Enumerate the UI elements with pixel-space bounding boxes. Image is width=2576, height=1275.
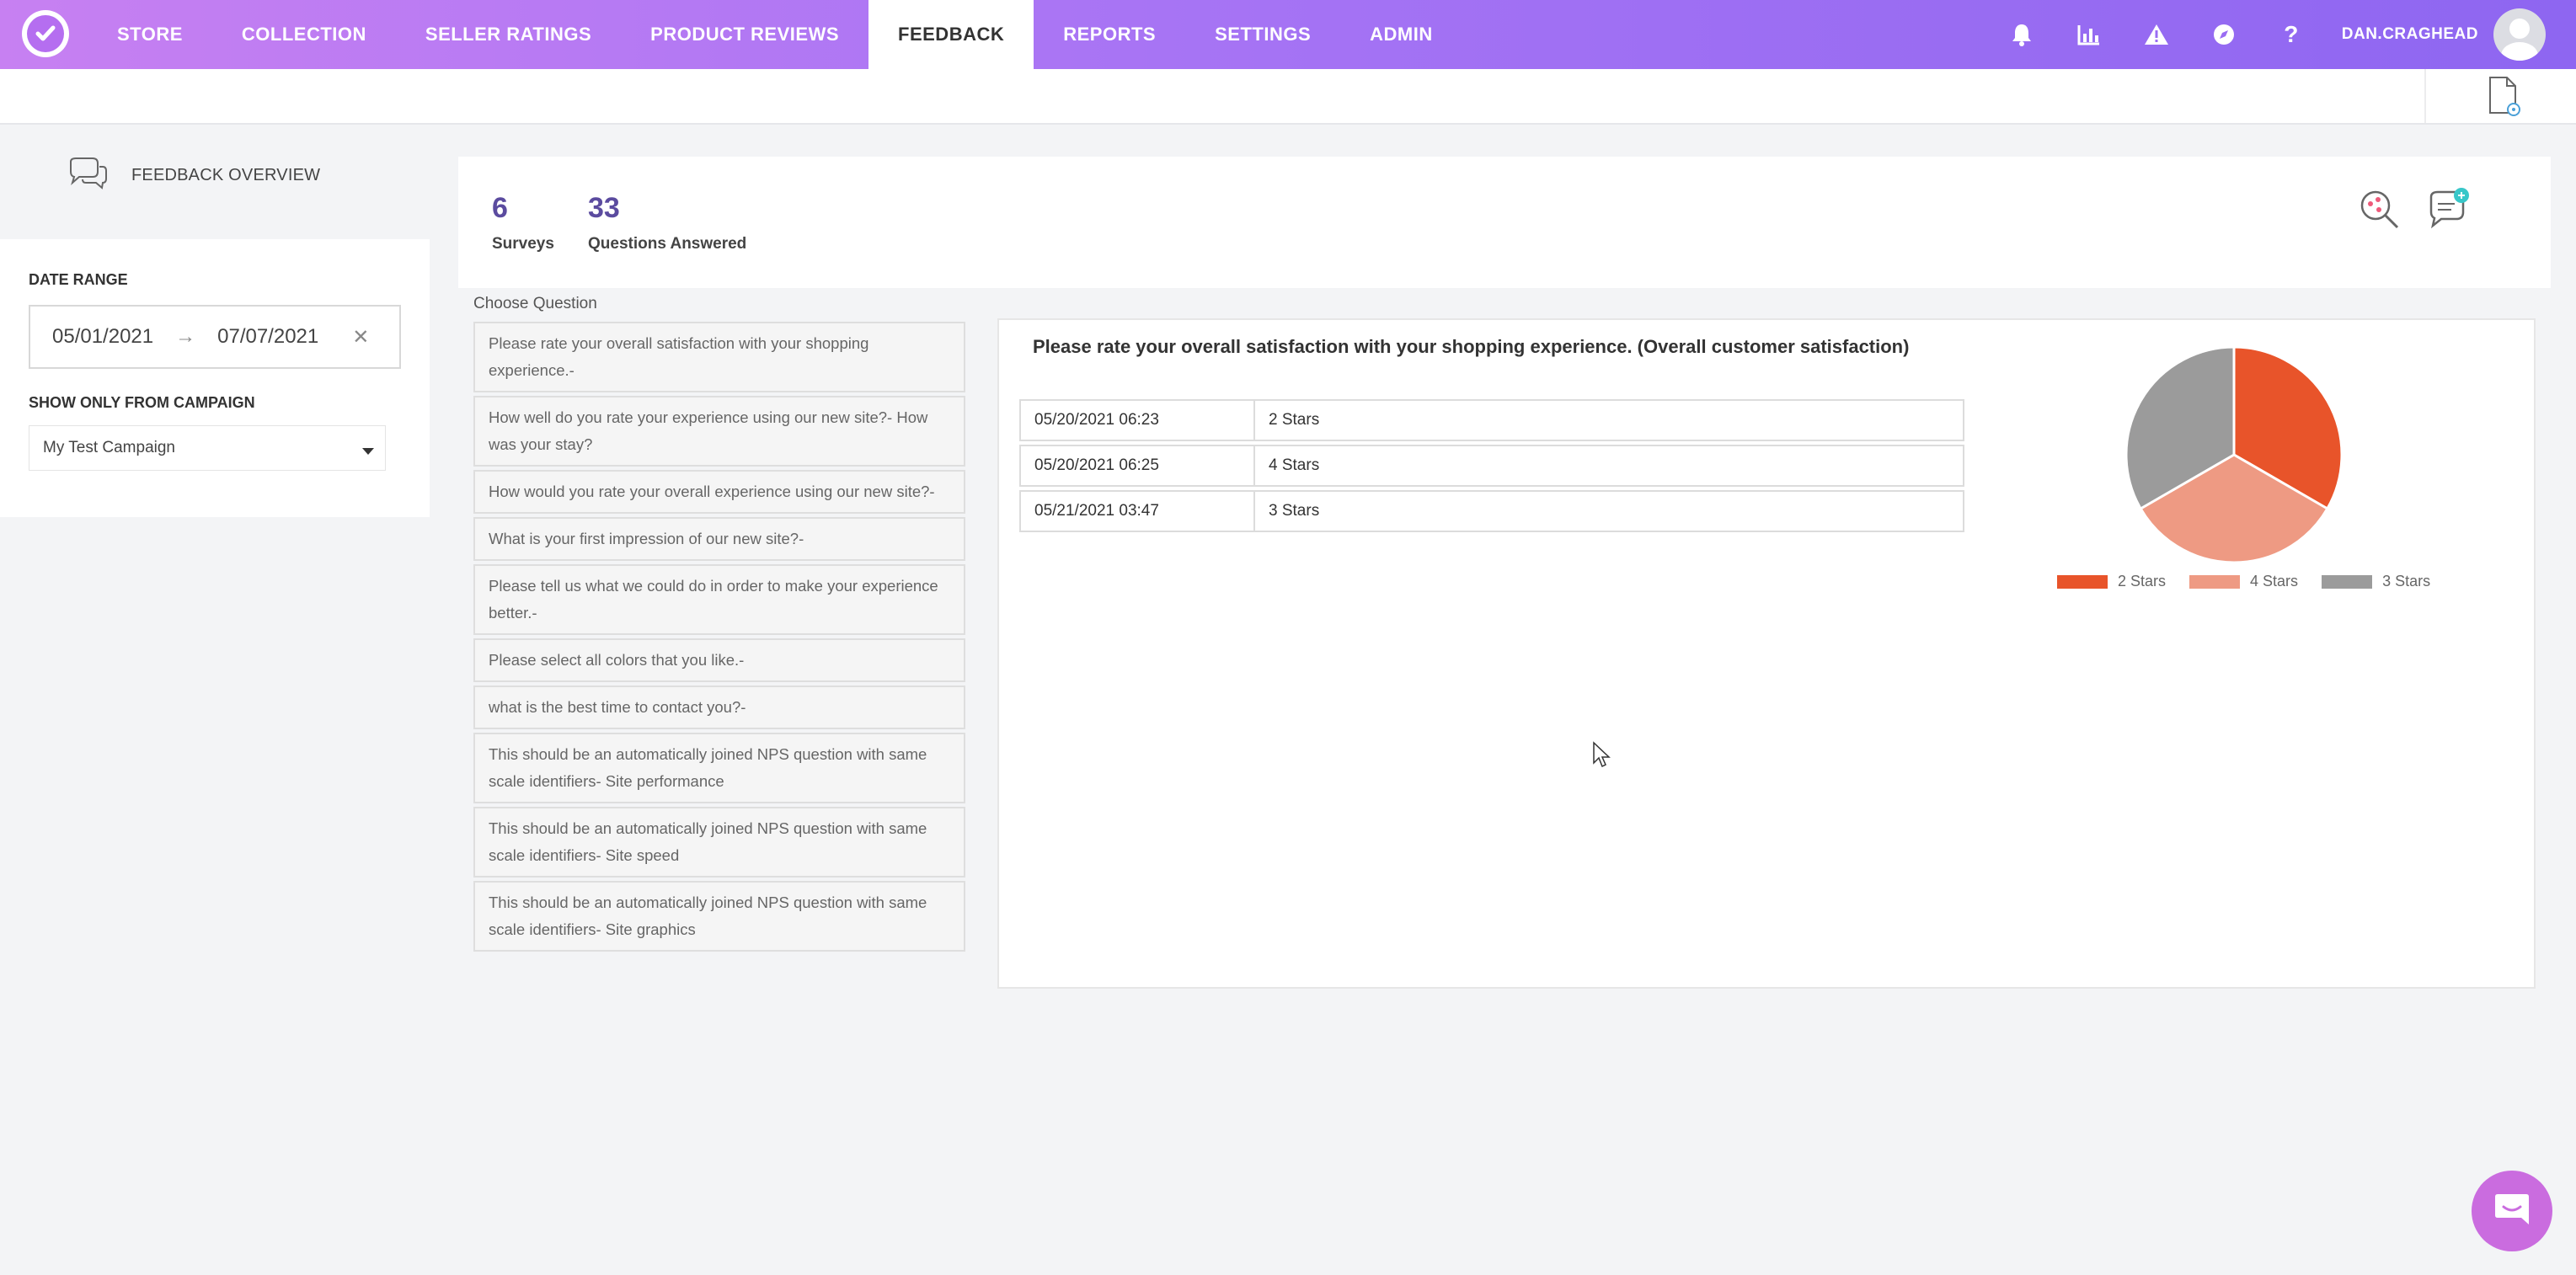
date-to-input[interactable]: 07/07/2021 xyxy=(217,325,318,349)
feedback-overview-label: FEEDBACK OVERVIEW xyxy=(131,166,321,184)
response-date: 05/21/2021 03:47 xyxy=(1021,492,1255,531)
surveys-label: Surveys xyxy=(492,235,554,253)
username-label[interactable]: DAN.CRAGHEAD xyxy=(2342,25,2478,44)
legend-label: 2 Stars xyxy=(2118,573,2167,589)
campaign-selected-value: My Test Campaign xyxy=(43,439,175,456)
table-row: 05/20/2021 06:25 4 Stars xyxy=(1019,445,1964,487)
choose-question-label: Choose Question xyxy=(473,295,597,312)
legend-label: 4 Stars xyxy=(2250,573,2299,589)
question-item[interactable]: How well do you rate your experience usi… xyxy=(473,396,965,467)
legend-label: 3 Stars xyxy=(2382,573,2431,589)
help-icon[interactable]: ? xyxy=(2274,18,2308,51)
question-item[interactable]: This should be an automatically joined N… xyxy=(473,881,965,952)
tab-reports[interactable]: REPORTS xyxy=(1034,0,1185,69)
add-comment-icon[interactable] xyxy=(2424,185,2472,237)
table-row: 05/21/2021 03:47 3 Stars xyxy=(1019,490,1964,532)
main-nav-tabs: STORE COLLECTION SELLER RATINGS PRODUCT … xyxy=(88,0,1462,69)
tab-store[interactable]: STORE xyxy=(88,0,212,69)
legend-swatch xyxy=(2057,574,2108,589)
nav-utility-icons: ? DAN.CRAGHEAD xyxy=(2005,0,2546,69)
question-item[interactable]: This should be an automatically joined N… xyxy=(473,733,965,803)
response-value: 4 Stars xyxy=(1269,456,1320,474)
chat-bubbles-icon xyxy=(67,157,110,195)
question-detail-panel: Please rate your overall satisfaction wi… xyxy=(997,318,2536,989)
feedback-overview-link[interactable]: FEEDBACK OVERVIEW xyxy=(67,157,320,195)
legend-item[interactable]: 3 Stars xyxy=(2322,573,2430,590)
legend-swatch xyxy=(2322,574,2373,589)
legend-item[interactable]: 4 Stars xyxy=(2189,573,2298,590)
question-item[interactable]: How would you rate your overall experien… xyxy=(473,470,965,514)
question-item[interactable]: This should be an automatically joined N… xyxy=(473,807,965,878)
response-value: 2 Stars xyxy=(1269,411,1320,429)
question-item[interactable]: Please tell us what we could do in order… xyxy=(473,564,965,635)
legend-swatch xyxy=(2189,574,2241,589)
ratings-pie-chart xyxy=(2124,345,2344,564)
toolbar-divider xyxy=(2424,69,2426,123)
clear-date-icon[interactable]: ✕ xyxy=(352,325,369,349)
arrow-right-icon: → xyxy=(175,325,196,348)
campaign-filter-label: SHOW ONLY FROM CAMPAIGN xyxy=(29,394,255,411)
surveys-stat: 6 Surveys xyxy=(492,192,554,253)
surveys-count: 6 xyxy=(492,192,508,224)
date-range-picker[interactable]: 05/01/2021 → 07/07/2021 ✕ xyxy=(29,305,401,369)
sub-toolbar xyxy=(0,69,2576,125)
question-item[interactable]: What is your first impression of our new… xyxy=(473,517,965,561)
table-row: 05/20/2021 06:23 2 Stars xyxy=(1019,399,1964,441)
chart-icon[interactable] xyxy=(2072,18,2106,51)
questions-answered-label: Questions Answered xyxy=(588,235,747,253)
response-date: 05/20/2021 06:23 xyxy=(1021,401,1255,440)
question-item[interactable]: Please rate your overall satisfaction wi… xyxy=(473,322,965,392)
chat-icon xyxy=(2493,1191,2531,1232)
stats-bar: 6 Surveys 33 Questions Answered xyxy=(458,157,2551,288)
tab-collection[interactable]: COLLECTION xyxy=(212,0,396,69)
analytics-search-icon[interactable] xyxy=(2357,187,2401,235)
caret-down-icon xyxy=(361,443,375,461)
question-item[interactable]: what is the best time to contact you?- xyxy=(473,686,965,729)
avatar[interactable] xyxy=(2493,8,2546,61)
live-chat-button[interactable] xyxy=(2472,1171,2552,1251)
questions-answered-count: 33 xyxy=(588,192,620,224)
document-settings-icon[interactable] xyxy=(2485,74,2522,118)
warning-icon[interactable] xyxy=(2140,18,2173,51)
tab-admin[interactable]: ADMIN xyxy=(1340,0,1462,69)
bell-icon[interactable] xyxy=(2005,18,2039,51)
compass-icon[interactable] xyxy=(2207,18,2241,51)
campaign-select[interactable]: My Test Campaign xyxy=(29,425,386,471)
top-navigation-bar: STORE COLLECTION SELLER RATINGS PRODUCT … xyxy=(0,0,2576,69)
app-logo[interactable] xyxy=(22,10,69,57)
tab-seller-ratings[interactable]: SELLER RATINGS xyxy=(396,0,621,69)
question-list: Please rate your overall satisfaction wi… xyxy=(473,322,965,955)
checkmark-icon xyxy=(27,15,64,52)
mouse-cursor xyxy=(1592,741,1612,770)
question-title: Please rate your overall satisfaction wi… xyxy=(1033,336,1910,357)
tab-settings[interactable]: SETTINGS xyxy=(1185,0,1340,69)
response-date: 05/20/2021 06:25 xyxy=(1021,446,1255,485)
date-from-input[interactable]: 05/01/2021 xyxy=(52,325,153,349)
pie-legend: 2 Stars 4 Stars 3 Stars xyxy=(2057,573,2454,590)
date-range-label: DATE RANGE xyxy=(29,271,128,288)
questions-answered-stat: 33 Questions Answered xyxy=(588,192,746,253)
tab-feedback[interactable]: FEEDBACK xyxy=(868,0,1034,69)
response-value: 3 Stars xyxy=(1269,502,1320,520)
legend-item[interactable]: 2 Stars xyxy=(2057,573,2166,590)
question-item[interactable]: Please select all colors that you like.- xyxy=(473,638,965,682)
tab-product-reviews[interactable]: PRODUCT REVIEWS xyxy=(621,0,868,69)
